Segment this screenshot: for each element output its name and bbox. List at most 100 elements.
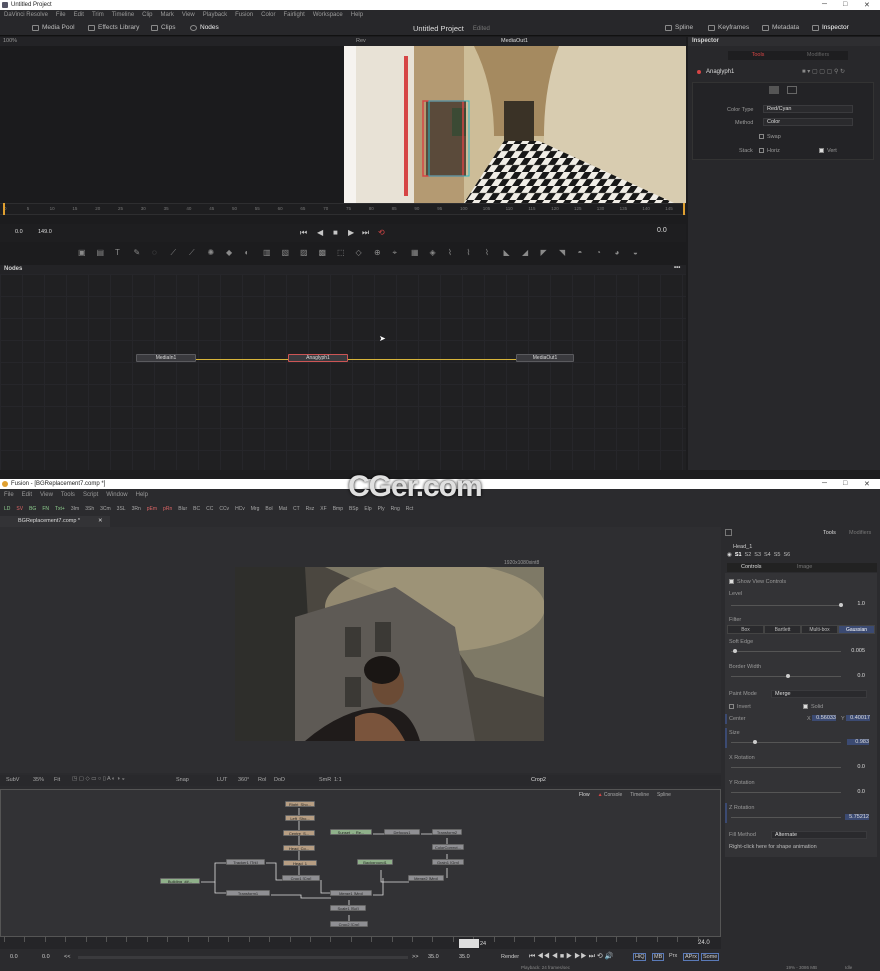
show-view-controls[interactable]: Show View Controls [729, 579, 786, 585]
size-knob[interactable] [753, 740, 757, 744]
tab-modifiers[interactable]: Modifiers [788, 52, 848, 58]
node-mediaout1[interactable]: MediaOut1 [516, 354, 574, 362]
invert-checkbox[interactable]: Invert [729, 704, 751, 710]
center-x-value[interactable]: 0.56033 [812, 715, 836, 721]
viewer-image[interactable] [344, 46, 686, 203]
flow-node-crop1-crp[interactable]: Crop1 [Crp] [282, 875, 320, 881]
lut-button[interactable]: LUT [217, 777, 227, 783]
toolstrip-tool-icon[interactable]: ⌇ [485, 248, 489, 257]
render-start-global[interactable]: 0.0 [42, 954, 50, 960]
fusion-minimize-icon[interactable]: ─ [822, 480, 827, 487]
image-tab-icon[interactable] [787, 86, 797, 94]
toolstrip-tool-icon[interactable]: ▣ [78, 248, 86, 257]
flow-node-transform2[interactable]: Transform2 [432, 829, 462, 835]
fusion-menu-window[interactable]: Window [106, 492, 127, 498]
toolstrip-tool-icon[interactable]: T [115, 248, 120, 257]
play-icon[interactable]: ▶ [348, 228, 354, 237]
toolstrip-tool-icon[interactable]: ◒ [633, 248, 638, 257]
frame-end-field[interactable]: 149.0 [35, 229, 59, 237]
go-end-icon[interactable]: ⏭ [362, 228, 369, 238]
xrot-value[interactable]: 0.0 [843, 764, 865, 770]
menu-trim[interactable]: Trim [92, 12, 104, 18]
menu-fairlight[interactable]: Fairlight [283, 12, 304, 18]
slot-s4[interactable]: S4 [764, 552, 771, 558]
tool-mrg[interactable]: Mrg [251, 506, 260, 512]
tool-pem[interactable]: pEm [147, 506, 157, 512]
toolstrip-tool-icon[interactable]: ◆ [226, 248, 232, 257]
viewer-zoom[interactable]: 100% [3, 38, 17, 44]
tool-3sl[interactable]: 3SL [117, 506, 126, 512]
close-tab-icon[interactable]: ✕ [98, 518, 103, 524]
toolstrip-tool-icon[interactable]: ▦ [411, 248, 419, 257]
go-start-icon[interactable]: ⏮ [300, 228, 307, 238]
toolstrip-tool-icon[interactable]: ◈ [430, 248, 436, 257]
toolstrip-tool-icon[interactable]: ⌖ [393, 248, 398, 258]
fusion-tab-modifiers[interactable]: Modifiers [849, 530, 871, 536]
loop-icon[interactable]: ⟲ [378, 228, 385, 237]
more-options-icon[interactable]: ••• [674, 265, 680, 271]
soft-edge-value[interactable]: 0.005 [843, 648, 865, 654]
toolstrip-tool-icon[interactable]: ▤ [97, 248, 105, 257]
fusion-menu-script[interactable]: Script [83, 492, 98, 498]
nodes-button[interactable]: Nodes [190, 24, 219, 31]
render-button[interactable]: Render [501, 954, 519, 960]
flow-node-merge1-mrg[interactable]: Merge1 [Mrg] [330, 890, 372, 896]
tool-bmp[interactable]: Bmp [333, 506, 343, 512]
fusion-menu-tools[interactable]: Tools [61, 492, 75, 498]
paint-mode-select[interactable]: Merge [771, 690, 867, 698]
subtab-controls[interactable]: Controls [741, 564, 761, 570]
method-select[interactable]: Color [763, 118, 853, 126]
toolstrip-tool-icon[interactable]: ⊕ [374, 248, 381, 257]
menu-help[interactable]: Help [351, 12, 363, 18]
fusion-maximize-icon[interactable]: □ [843, 480, 847, 487]
frame-start-field[interactable]: 0.0 [12, 229, 32, 237]
toolstrip-tool-icon[interactable]: ⌇ [448, 248, 452, 257]
btn-prx[interactable]: Prx [669, 953, 677, 959]
flow-node-background1[interactable]: Background1 [357, 859, 393, 865]
tool-sv[interactable]: SV [16, 506, 23, 512]
tool-3im[interactable]: 3Im [71, 506, 79, 512]
tool-txtplus[interactable]: Txt+ [55, 506, 65, 512]
toolstrip-tool-icon[interactable]: ✎ [134, 248, 141, 257]
tab-tools[interactable]: Tools [728, 52, 788, 58]
fusion-viewer[interactable]: 1920x1080xint8 [0, 527, 721, 773]
tool-bsp[interactable]: BSp [349, 506, 358, 512]
fusion-playback-controls[interactable]: ⏮ ◀◀ ◀ ■ ▶ ▶▶ ⏭ ⟲ 🔊 [529, 952, 613, 961]
tool-blur[interactable]: Blur [178, 506, 187, 512]
tool-prn[interactable]: pRn [163, 506, 172, 512]
fusion-tab-tools[interactable]: Tools [823, 530, 836, 536]
tool-rsz[interactable]: Rsz [306, 506, 315, 512]
toolstrip-tool-icon[interactable]: ◔ [596, 248, 601, 257]
tool-ct[interactable]: CT [293, 506, 300, 512]
toolstrip-tool-icon[interactable]: ⟋ [189, 248, 195, 258]
flow-node-scale1-scl[interactable]: Scale1 [Scl] [330, 905, 366, 911]
tool-cc[interactable]: CC [206, 506, 213, 512]
slot-s2[interactable]: S2 [745, 552, 752, 558]
flow-node-right-sho[interactable]: Right_Sho... [285, 801, 315, 807]
effects-library-button[interactable]: Effects Library [88, 24, 139, 31]
tool-hcv[interactable]: HCv [235, 506, 245, 512]
xrot-slider[interactable] [731, 767, 841, 768]
toolstrip-tool-icon[interactable]: ▧ [282, 248, 290, 257]
toolstrip-tool-icon[interactable]: ◤ [541, 248, 547, 257]
menu-mark[interactable]: Mark [161, 12, 174, 18]
tool-rct[interactable]: Rct [406, 506, 414, 512]
fusion-menu-help[interactable]: Help [136, 492, 148, 498]
clips-button[interactable]: Clips [151, 24, 175, 31]
tool-3rn[interactable]: 3Rn [132, 506, 141, 512]
angle-button[interactable]: 360° [238, 777, 249, 783]
tool-ply[interactable]: Ply [378, 506, 385, 512]
spline-button[interactable]: Spline [665, 24, 693, 31]
flow-node-grain1-grn[interactable]: Grain1 [Grn] [432, 859, 464, 865]
flow-node-defocus1[interactable]: Defocus1 [384, 829, 420, 835]
flow-node-crop2-crp[interactable]: Crop2 [Crp] [330, 921, 368, 927]
toolstrip-tool-icon[interactable]: ◕ [615, 248, 620, 257]
menu-edit[interactable]: Edit [74, 12, 84, 18]
ratio-button[interactable]: 1:1 [334, 777, 342, 783]
scrub-bar[interactable] [78, 956, 408, 959]
tool-ld[interactable]: LD [4, 506, 10, 512]
media-pool-button[interactable]: Media Pool [32, 24, 75, 31]
soft-edge-slider[interactable] [731, 649, 841, 653]
level-value[interactable]: 1.0 [843, 601, 865, 607]
tool-options-icons[interactable]: ■ ▾ ▢ ▢ ▢ ⚲ ↻ [802, 68, 845, 75]
